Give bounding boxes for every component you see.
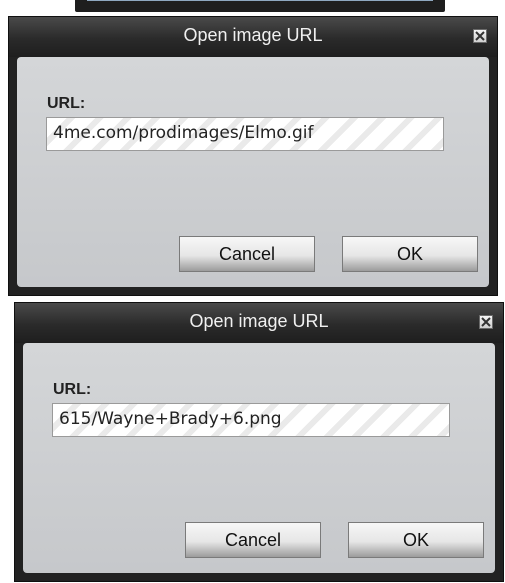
- open-image-url-dialog-1: Open image URL URL: 4me.com/prodimages/E…: [8, 16, 498, 296]
- dialog-body: URL: 4me.com/prodimages/Elmo.gif Cancel …: [17, 57, 489, 287]
- ok-button[interactable]: OK: [348, 522, 484, 558]
- ok-button[interactable]: OK: [342, 236, 478, 272]
- dialog-title: Open image URL: [189, 311, 329, 331]
- cancel-button[interactable]: Cancel: [179, 236, 315, 272]
- url-label: URL:: [53, 381, 92, 398]
- dialog-titlebar[interactable]: Open image URL: [15, 303, 503, 343]
- background-window-content: [87, 0, 433, 1]
- url-input[interactable]: 615/Wayne+Brady+6.png: [52, 403, 450, 437]
- close-button[interactable]: [473, 29, 487, 43]
- cancel-button[interactable]: Cancel: [185, 522, 321, 558]
- background-window-edge: [75, 0, 445, 12]
- dialog-titlebar[interactable]: Open image URL: [9, 17, 497, 57]
- close-icon: [475, 31, 485, 41]
- close-button[interactable]: [479, 315, 493, 329]
- dialog-title: Open image URL: [183, 25, 323, 45]
- url-label: URL:: [47, 95, 86, 112]
- dialog-body: URL: 615/Wayne+Brady+6.png Cancel OK: [23, 343, 495, 573]
- close-icon: [481, 317, 491, 327]
- open-image-url-dialog-2: Open image URL URL: 615/Wayne+Brady+6.pn…: [14, 302, 504, 582]
- url-input[interactable]: 4me.com/prodimages/Elmo.gif: [46, 117, 444, 151]
